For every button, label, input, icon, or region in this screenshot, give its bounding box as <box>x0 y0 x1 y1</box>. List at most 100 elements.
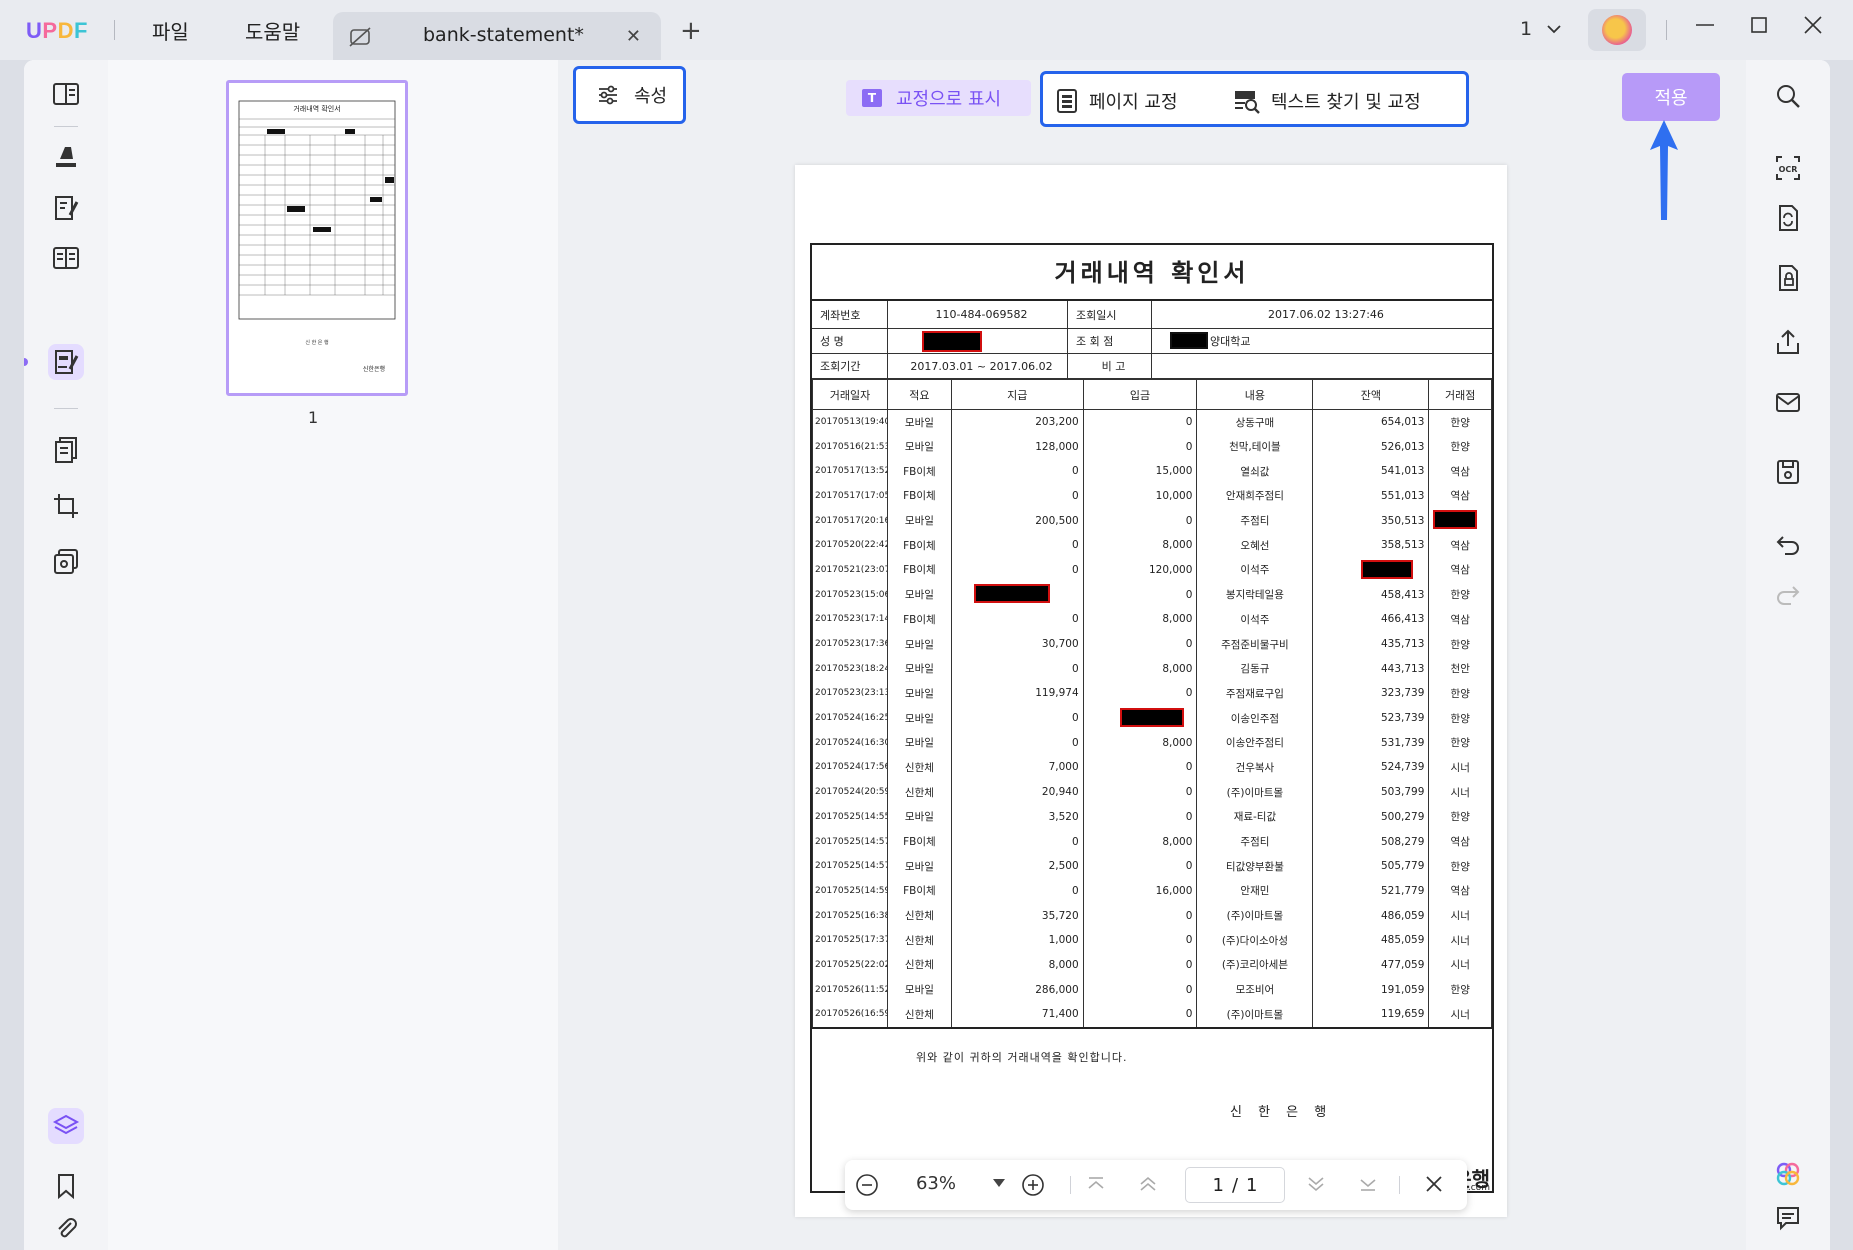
cell-withdrawal: 0 <box>950 705 1084 731</box>
close-zoom-bar-icon[interactable] <box>1423 1173 1445 1195</box>
zoom-out-icon[interactable] <box>855 1173 879 1197</box>
zoom-in-icon[interactable] <box>1021 1173 1045 1197</box>
cell-type: 모바일 <box>887 804 952 830</box>
edit-pdf-icon[interactable] <box>48 190 84 226</box>
page-redaction-button[interactable]: 페이지 교정 <box>1055 88 1178 114</box>
cell-balance: 358,513 <box>1312 532 1430 558</box>
period-label: 조회기간 <box>812 354 888 378</box>
redaction-box[interactable] <box>1119 707 1184 727</box>
search-icon[interactable] <box>1770 78 1806 114</box>
redact-tool-icon[interactable] <box>48 344 84 380</box>
cell-withdrawal <box>950 582 1084 607</box>
arrow-up-annotation-icon <box>1650 120 1678 220</box>
cell-type: 신한체 <box>887 952 952 978</box>
table-row: 20170521(23:07) FB이체 0 120,000 이석주 역삼 <box>811 557 1492 583</box>
page-thumbnail[interactable]: 거래내역 확인서 신 한 은 행 신한은행 <box>226 80 408 396</box>
tab-close-icon[interactable]: ✕ <box>626 26 641 47</box>
cell-balance: 323,739 <box>1312 681 1430 706</box>
header-col-branch: 거래점 <box>1428 379 1492 410</box>
redaction-box[interactable] <box>1433 510 1478 530</box>
page-layout-icon[interactable] <box>48 240 84 276</box>
cell-balance: 443,713 <box>1312 656 1430 682</box>
crop-icon[interactable] <box>48 488 84 524</box>
cell-date: 20170525(14:55) <box>811 804 889 830</box>
menu-file[interactable]: 파일 <box>152 16 189 45</box>
apply-button[interactable]: 적용 <box>1622 73 1720 121</box>
properties-button[interactable]: 속성 <box>573 66 686 124</box>
sliders-icon <box>599 85 617 105</box>
table-row: 20170524(20:59) 신한체 20,940 0 (주)이마트몰 503,799 시… <box>811 779 1492 805</box>
share-icon[interactable] <box>1770 324 1806 360</box>
cell-desc: (주)이마트몰 <box>1196 1002 1314 1027</box>
document-tab[interactable]: bank-statement* ✕ <box>333 12 661 60</box>
cell-date: 20170524(20:59) <box>811 779 889 805</box>
ocr-icon[interactable]: OCR <box>1770 150 1806 186</box>
convert-icon[interactable] <box>1770 200 1806 236</box>
cell-balance: 466,413 <box>1312 607 1430 632</box>
cell-date: 20170525(14:57) <box>811 853 889 879</box>
cell-date: 20170525(17:37) <box>811 927 889 953</box>
period-value: 2017.03.01 ~ 2017.06.02 <box>888 354 1068 378</box>
page-count-dropdown[interactable]: 1 <box>1520 18 1562 40</box>
next-page-icon[interactable] <box>1305 1173 1327 1195</box>
cell-balance: 191,059 <box>1312 977 1430 1002</box>
cell-date: 20170523(15:06) <box>811 582 889 607</box>
svg-text:거래내역 확인서: 거래내역 확인서 <box>293 104 340 113</box>
cell-date: 20170524(17:56) <box>811 755 889 780</box>
chevron-down-icon <box>1547 25 1561 34</box>
cell-branch: 시너 <box>1428 952 1492 978</box>
table-body: 20170513(19:40) 모바일 203,200 0 상동구매 654,013 한양 2… <box>811 409 1492 1027</box>
protect-document-icon[interactable] <box>1770 260 1806 296</box>
redaction-box[interactable] <box>1361 559 1414 579</box>
previous-page-icon[interactable] <box>1137 1173 1159 1195</box>
cell-deposit: 8,000 <box>1082 829 1198 854</box>
zoom-dropdown-icon[interactable] <box>993 1178 1005 1188</box>
maximize-icon[interactable] <box>1748 14 1770 42</box>
updf-logo[interactable]: UPDF <box>26 18 88 44</box>
cell-balance: 500,279 <box>1312 804 1430 830</box>
attachment-icon[interactable] <box>48 1210 84 1246</box>
minimize-icon[interactable] <box>1694 14 1716 42</box>
cell-deposit: 0 <box>1082 1002 1198 1027</box>
cell-deposit: 120,000 <box>1082 557 1198 583</box>
ai-assistant-icon[interactable] <box>1770 1156 1806 1192</box>
comment-icon[interactable] <box>1770 1200 1806 1236</box>
email-icon[interactable] <box>1770 384 1806 420</box>
cell-withdrawal: 128,000 <box>950 434 1084 459</box>
header-col-date: 거래일자 <box>811 379 889 410</box>
cell-date: 20170517(17:05) <box>811 483 889 509</box>
organize-pages-icon[interactable] <box>48 432 84 468</box>
table-row: 20170525(14:59) FB이체 0 16,000 안재민 521,779 역삼 <box>811 878 1492 904</box>
undo-icon[interactable] <box>1770 526 1806 562</box>
cell-balance: 350,513 <box>1312 508 1430 533</box>
cell-desc: 이석주 <box>1196 607 1314 632</box>
mark-for-redaction-button[interactable]: T 교정으로 표시 <box>846 80 1031 116</box>
find-and-redact-button[interactable]: 텍스트 찾기 및 교정 <box>1233 88 1421 114</box>
redo-icon[interactable] <box>1770 576 1806 612</box>
redaction-box[interactable] <box>1170 332 1208 349</box>
cell-deposit <box>1082 705 1198 731</box>
menu-help[interactable]: 도움말 <box>245 16 300 45</box>
redaction-box[interactable] <box>973 584 1050 604</box>
cell-type: FB이체 <box>887 483 952 509</box>
close-window-icon[interactable] <box>1802 14 1824 42</box>
last-page-icon[interactable] <box>1357 1173 1379 1195</box>
reader-mode-icon[interactable] <box>48 76 84 112</box>
active-indicator <box>24 358 28 366</box>
highlighter-icon[interactable] <box>48 138 84 174</box>
bookmark-icon[interactable] <box>48 1168 84 1204</box>
protect-icon[interactable] <box>48 544 84 580</box>
save-icon[interactable] <box>1770 454 1806 490</box>
cell-type: 모바일 <box>887 409 952 435</box>
first-page-icon[interactable] <box>1085 1173 1107 1195</box>
cell-date: 20170523(18:24) <box>811 656 889 682</box>
cell-date: 20170525(22:02) <box>811 952 889 978</box>
header-col-balance: 잔액 <box>1312 379 1430 410</box>
layers-icon[interactable] <box>48 1108 84 1144</box>
redaction-box[interactable] <box>922 331 982 352</box>
cell-branch: 역삼 <box>1428 532 1492 558</box>
zoom-level[interactable]: 63% <box>905 1173 967 1194</box>
new-tab-button[interactable]: + <box>680 18 702 44</box>
user-avatar[interactable] <box>1588 9 1646 51</box>
page-number-input[interactable]: 1 / 1 <box>1185 1167 1285 1203</box>
